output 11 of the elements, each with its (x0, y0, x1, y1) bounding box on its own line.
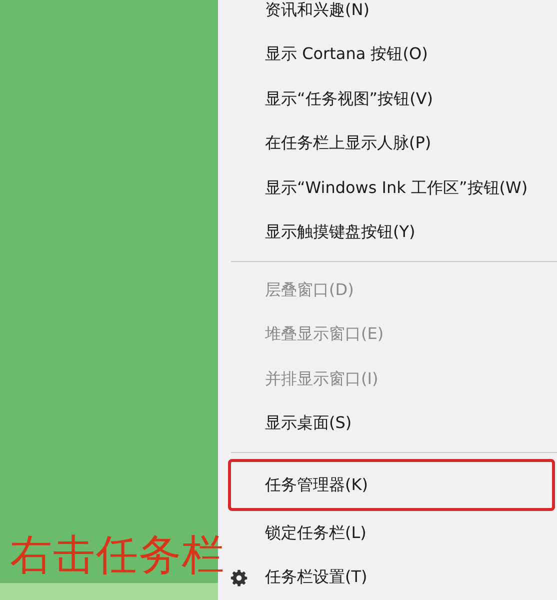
menu-item[interactable]: 在任务栏上显示人脉(P) (228, 122, 557, 166)
menu-item[interactable]: 显示“任务视图”按钮(V) (228, 77, 557, 122)
menu-item[interactable]: 显示“Windows Ink 工作区”按钮(W) (228, 166, 557, 210)
menu-item[interactable]: 任务栏设置(T) (228, 556, 557, 600)
menu-item[interactable]: 显示触摸键盘按钮(Y) (228, 210, 557, 255)
gear-icon (230, 568, 248, 587)
menu-item[interactable]: 锁定任务栏(L) (228, 511, 557, 556)
menu-item[interactable]: 显示桌面(S) (228, 402, 557, 446)
menu-item[interactable]: 资讯和兴趣(N) (228, 0, 557, 32)
menu-item[interactable]: 任务管理器(K) (228, 459, 555, 511)
menu-item[interactable]: 显示 Cortana 按钮(O) (228, 32, 557, 77)
